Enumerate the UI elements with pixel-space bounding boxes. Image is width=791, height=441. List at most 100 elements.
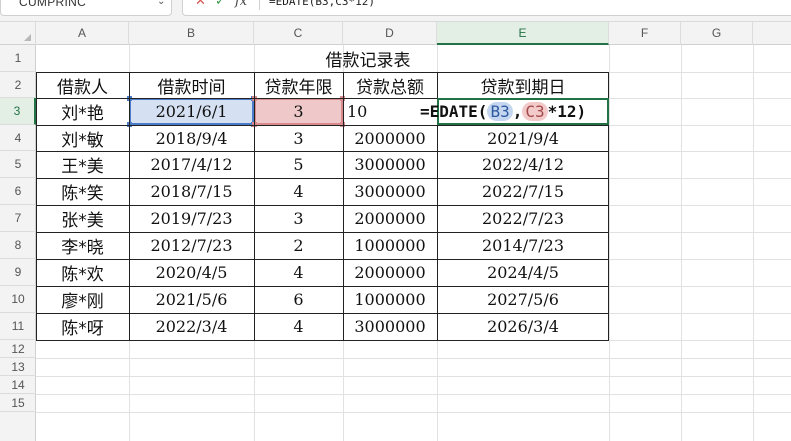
column-header-d[interactable]: D: [343, 22, 437, 45]
row-header-3[interactable]: 3: [0, 98, 36, 125]
cell-d4[interactable]: 2000000: [343, 125, 437, 151]
sheet-title[interactable]: 借款记录表: [129, 45, 607, 72]
cell-b11[interactable]: 2022/3/4: [129, 313, 254, 340]
fx-icon[interactable]: fx: [235, 0, 247, 9]
cell-d7[interactable]: 2000000: [343, 205, 437, 232]
cell-d5[interactable]: 3000000: [343, 151, 437, 178]
cell-d8[interactable]: 1000000: [343, 232, 437, 259]
cell-c3[interactable]: 3: [254, 98, 343, 125]
gridline: [36, 412, 791, 413]
formula-ref-b3[interactable]: B3: [487, 102, 513, 121]
name-box[interactable]: CUMPRINC ⌄: [0, 0, 172, 16]
gridline: [609, 45, 610, 441]
header-due-date[interactable]: 贷款到期日: [437, 72, 609, 98]
cell-b5[interactable]: 2017/4/12: [129, 151, 254, 178]
header-loan-amount[interactable]: 贷款总额: [343, 72, 437, 98]
cell-a11[interactable]: 陈*呀: [36, 313, 129, 340]
column-header-g[interactable]: G: [681, 22, 753, 45]
gridline: [36, 394, 791, 395]
cell-b3[interactable]: 2021/6/1: [129, 98, 254, 125]
cell-a4[interactable]: 刘*敏: [36, 125, 129, 151]
cell-b8[interactable]: 2012/7/23: [129, 232, 254, 259]
formula-separator: [259, 0, 260, 10]
select-all-corner[interactable]: [0, 22, 36, 45]
row-header-7[interactable]: 7: [0, 205, 36, 232]
cell-d6[interactable]: 3000000: [343, 178, 437, 205]
cell-e11[interactable]: 2026/3/4: [437, 313, 609, 340]
row-header-12[interactable]: 12: [0, 340, 36, 358]
cell-e9[interactable]: 2024/4/5: [437, 259, 609, 286]
row-header-2[interactable]: 2: [0, 72, 36, 98]
row-header-8[interactable]: 8: [0, 232, 36, 259]
row-header-15[interactable]: 15: [0, 394, 36, 412]
row-header-9[interactable]: 9: [0, 259, 36, 286]
gridline: [753, 45, 754, 441]
column-headers: A B C D E F G: [0, 22, 791, 45]
formula-prefix: =EDATE(: [420, 102, 488, 121]
cell-e4[interactable]: 2021/9/4: [437, 125, 609, 151]
header-borrower[interactable]: 借款人: [36, 72, 129, 98]
cell-b10[interactable]: 2021/5/6: [129, 286, 254, 313]
formula-bar: CUMPRINC ⌄ ✕ ✓ fx =EDATE(B3,C3*12): [0, 0, 791, 22]
cell-e8[interactable]: 2014/7/23: [437, 232, 609, 259]
cell-c7[interactable]: 3: [254, 205, 343, 232]
header-loan-date[interactable]: 借款时间: [129, 72, 254, 98]
column-header-b[interactable]: B: [129, 22, 254, 45]
row-header-4[interactable]: 4: [0, 125, 36, 151]
column-header-c[interactable]: C: [254, 22, 343, 45]
formula-area: ✕ ✓ fx =EDATE(B3,C3*12): [182, 0, 791, 16]
row-headers: 1 2 3 4 5 6 7 8 9 10 11 12 13 14 15: [0, 45, 36, 441]
chevron-down-icon[interactable]: ⌄: [157, 0, 165, 7]
formula-separator: ,: [512, 102, 523, 121]
cell-a3[interactable]: 刘*艳: [36, 98, 129, 125]
gridline: [36, 376, 791, 377]
cell-b7[interactable]: 2019/7/23: [129, 205, 254, 232]
row-header-5[interactable]: 5: [0, 151, 36, 178]
cell-d9[interactable]: 2000000: [343, 259, 437, 286]
cell-b4[interactable]: 2018/9/4: [129, 125, 254, 151]
cell-c5[interactable]: 5: [254, 151, 343, 178]
cell-c6[interactable]: 4: [254, 178, 343, 205]
cell-b6[interactable]: 2018/7/15: [129, 178, 254, 205]
column-header-f[interactable]: F: [609, 22, 681, 45]
cell-e10[interactable]: 2027/5/6: [437, 286, 609, 313]
in-cell-formula-editor[interactable]: =EDATE( B3 , C3 *12): [420, 98, 586, 125]
row-header-6[interactable]: 6: [0, 178, 36, 205]
cell-d10[interactable]: 1000000: [343, 286, 437, 313]
formula-input[interactable]: =EDATE(B3,C3*12): [269, 0, 375, 8]
cell-a8[interactable]: 李*晓: [36, 232, 129, 259]
column-header-a[interactable]: A: [36, 22, 129, 45]
cancel-icon[interactable]: ✕: [195, 0, 206, 9]
cell-a9[interactable]: 陈*欢: [36, 259, 129, 286]
formula-suffix: *12): [547, 102, 587, 121]
cell-c10[interactable]: 6: [254, 286, 343, 313]
row-header-14[interactable]: 14: [0, 376, 36, 394]
cell-a7[interactable]: 张*美: [36, 205, 129, 232]
gridline: [36, 358, 791, 359]
row-header-13[interactable]: 13: [0, 358, 36, 376]
corner-triangle-icon: [24, 34, 31, 41]
cell-c11[interactable]: 4: [254, 313, 343, 340]
formula-ref-c3[interactable]: C3: [522, 102, 548, 121]
cell-e6[interactable]: 2022/7/15: [437, 178, 609, 205]
row-header-10[interactable]: 10: [0, 286, 36, 313]
cell-a10[interactable]: 廖*刚: [36, 286, 129, 313]
cell-d11[interactable]: 3000000: [343, 313, 437, 340]
row-header-11[interactable]: 11: [0, 313, 36, 340]
cell-a5[interactable]: 王*美: [36, 151, 129, 178]
gridline: [681, 45, 682, 441]
name-box-text: CUMPRINC: [19, 0, 87, 9]
cell-c9[interactable]: 4: [254, 259, 343, 286]
cell-a6[interactable]: 陈*笑: [36, 178, 129, 205]
gridline: [36, 340, 791, 341]
confirm-icon[interactable]: ✓: [215, 0, 226, 9]
cell-b9[interactable]: 2020/4/5: [129, 259, 254, 286]
spreadsheet-grid[interactable]: 借款记录表 借款人 借款时间 贷款年限 贷款总额 贷款到期日 刘*艳 2021/…: [36, 45, 791, 441]
cell-e7[interactable]: 2022/7/23: [437, 205, 609, 232]
cell-c8[interactable]: 2: [254, 232, 343, 259]
row-header-1[interactable]: 1: [0, 45, 36, 72]
header-loan-term[interactable]: 贷款年限: [254, 72, 343, 98]
cell-e5[interactable]: 2022/4/12: [437, 151, 609, 178]
column-header-e[interactable]: E: [437, 22, 609, 45]
cell-c4[interactable]: 3: [254, 125, 343, 151]
